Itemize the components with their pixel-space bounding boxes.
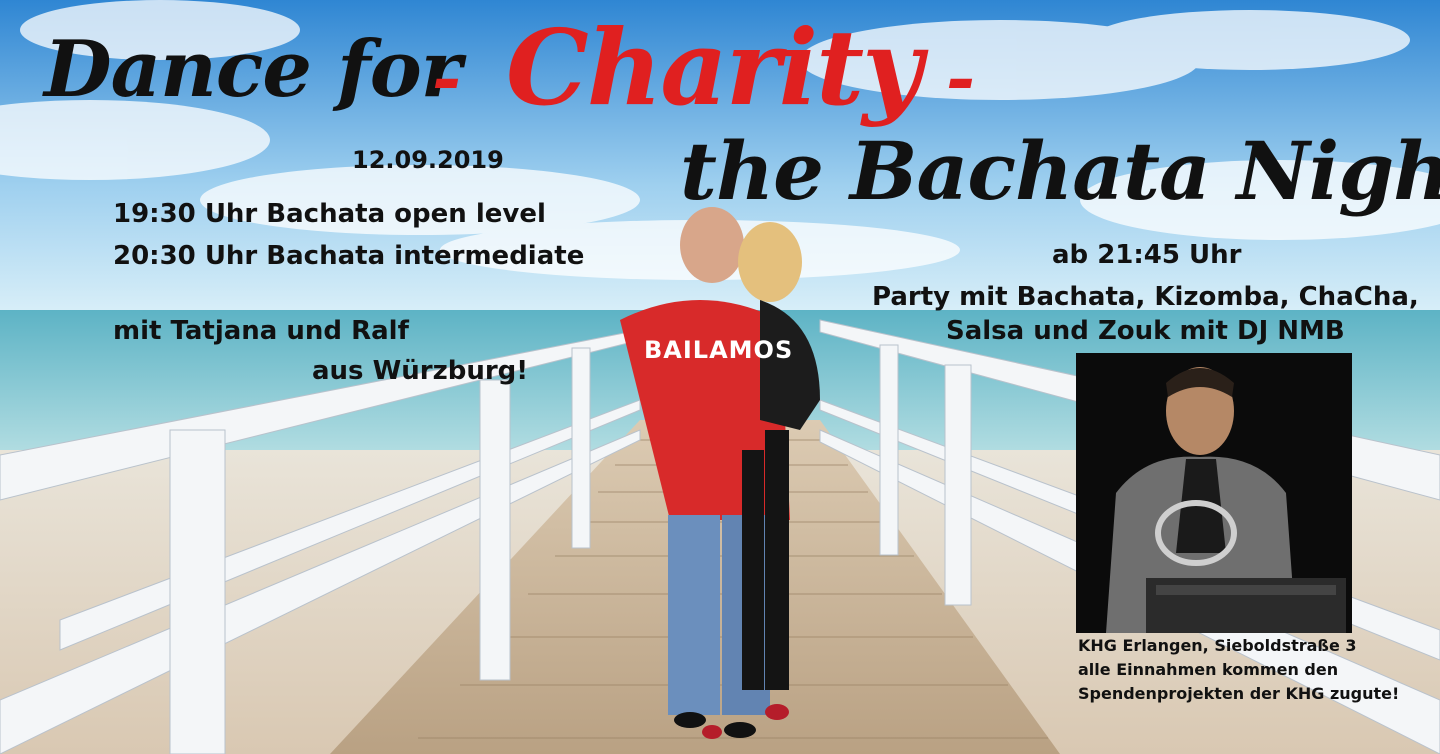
title-dance-for: Dance for [44,24,462,115]
dj-figure [1076,353,1352,633]
party-styles-line1: Party mit Bachata, Kizomba, ChaCha, [872,282,1419,312]
footer-charity-line2: Spendenprojekten der KHG zugute! [1078,684,1400,703]
class-open-level: 19:30 Uhr Bachata open level [113,199,546,229]
title-charity: Charity [506,6,923,129]
teachers-origin: aus Würzburg! [312,356,529,386]
teachers-names: mit Tatjana und Ralf [113,316,409,346]
event-date: 12.09.2019 [352,146,504,174]
footer-address: KHG Erlangen, Sieboldstraße 3 [1078,636,1357,655]
class-intermediate: 20:30 Uhr Bachata intermediate [113,241,585,271]
shirt-logo-text: BAILAMOS [644,336,794,364]
party-styles-line2: Salsa und Zouk mit DJ NMB [946,316,1345,346]
title-dash-right: - [946,36,976,119]
title-dash-left: - [432,36,462,119]
footer-charity-line1: alle Einnahmen kommen den [1078,660,1339,679]
title-bachata-night: the Bachata Night [680,124,1440,218]
party-time: ab 21:45 Uhr [1052,240,1242,270]
dj-photo [1076,353,1352,633]
